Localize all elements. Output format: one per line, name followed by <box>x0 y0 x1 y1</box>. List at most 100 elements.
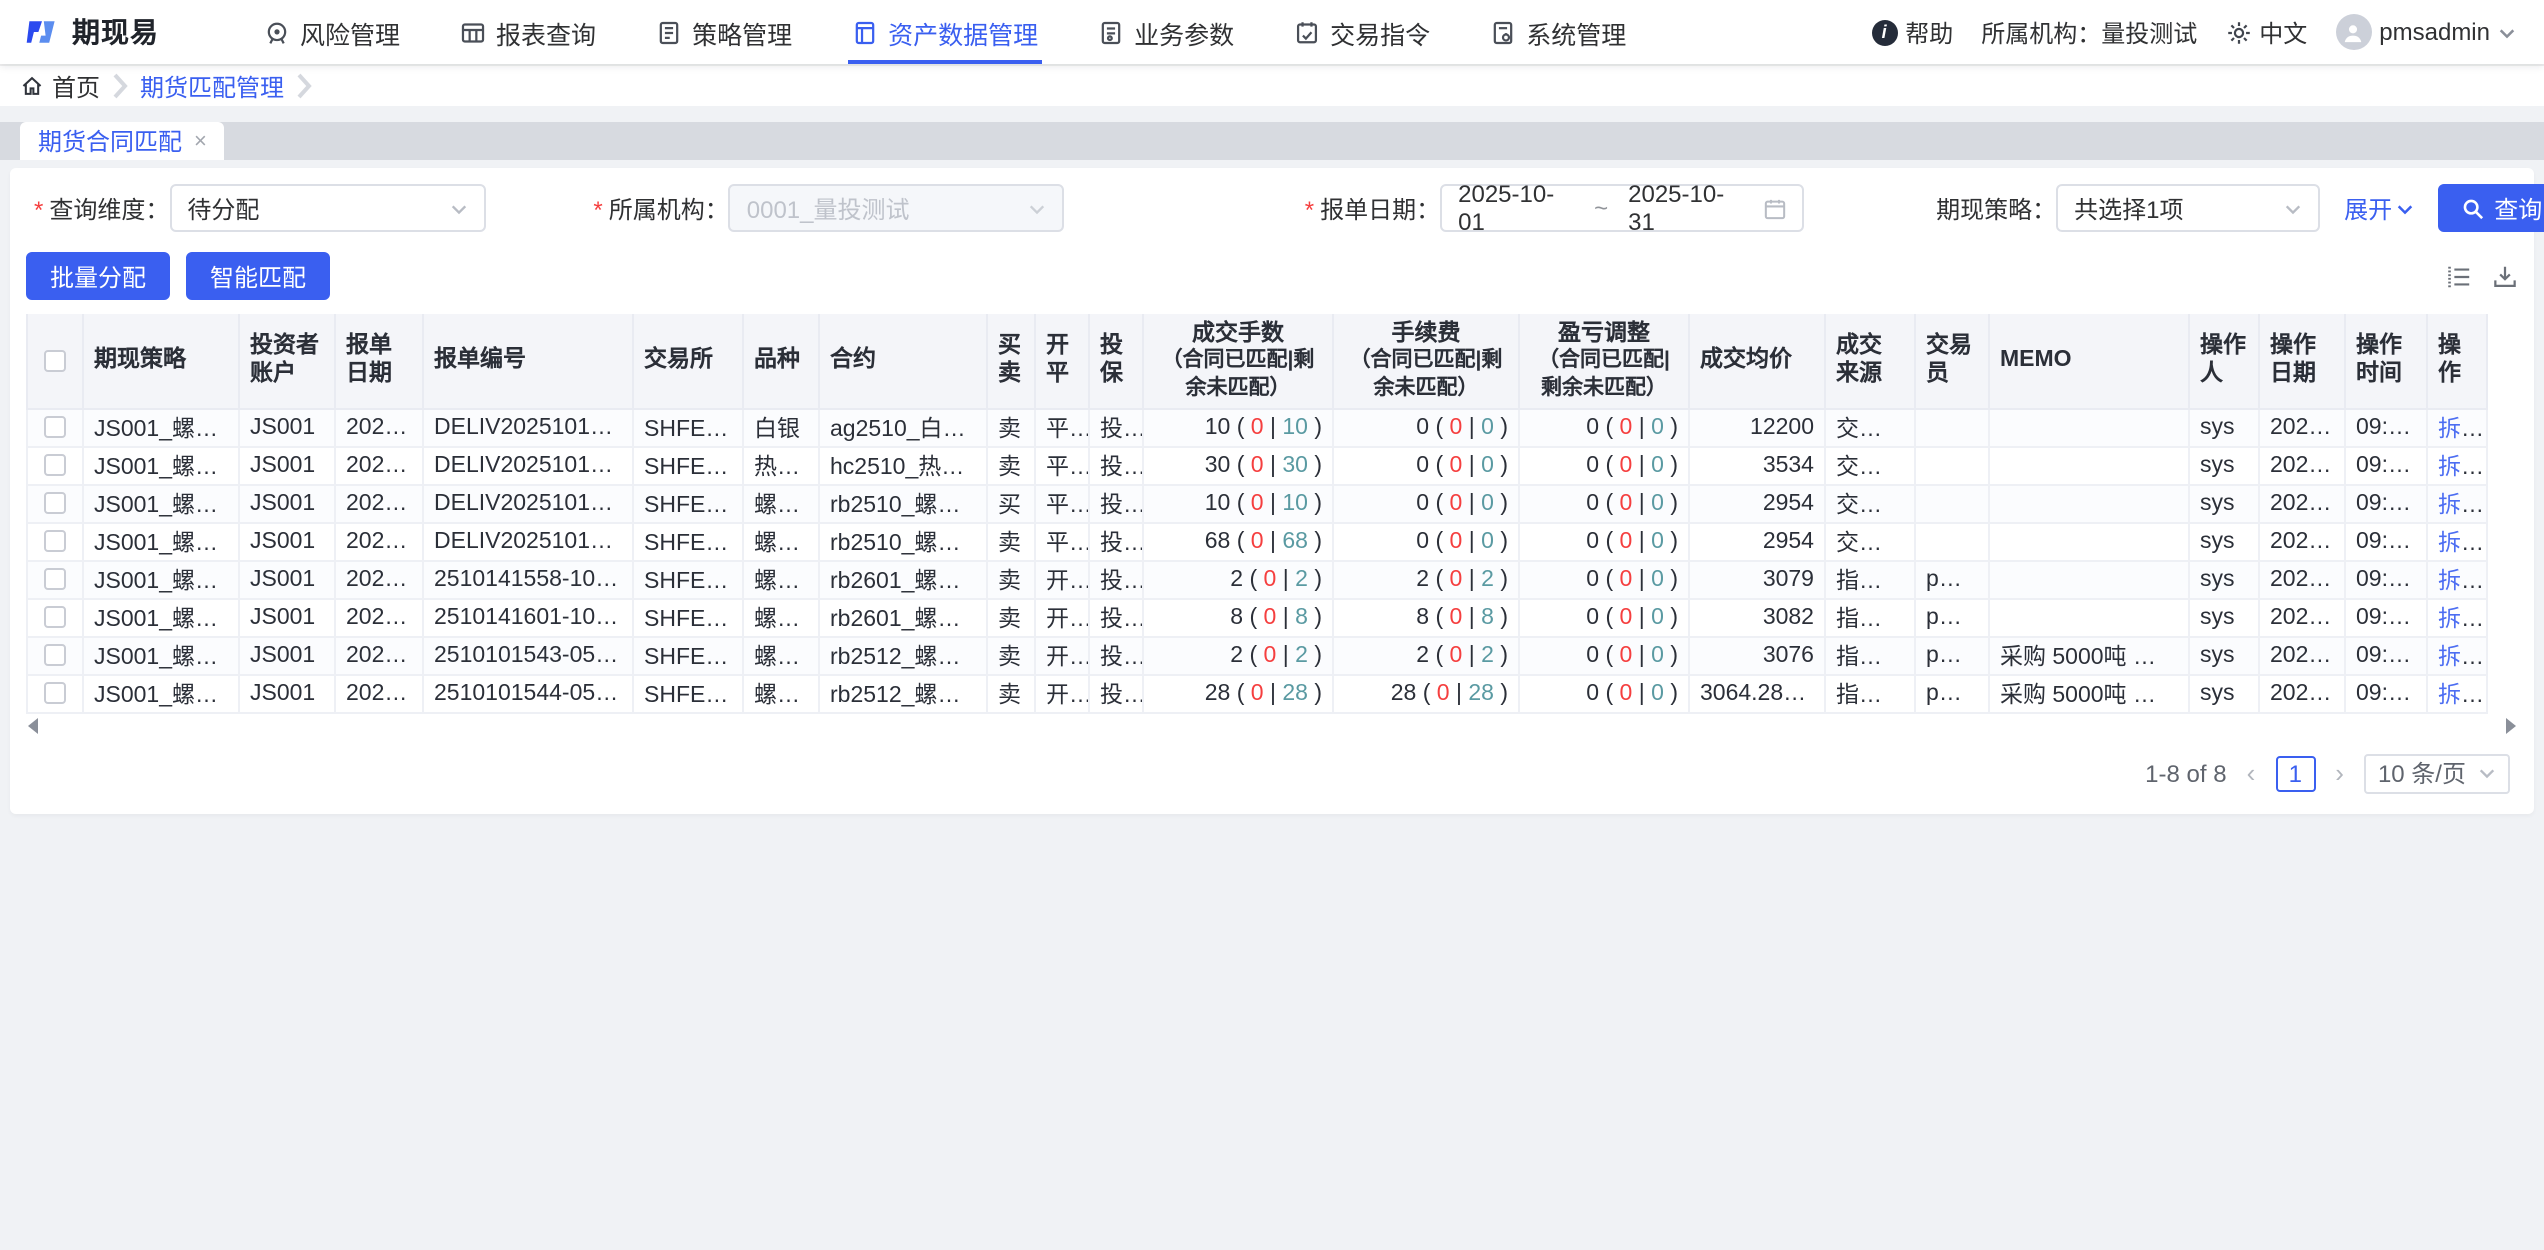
cell-order_no: DELIV20251015SHFEhc2510 <box>423 446 633 484</box>
cell-fee: 0 ( 0 | 0 ) <box>1333 408 1519 446</box>
cell-operator: sys <box>2189 446 2259 484</box>
dimension-label: 查询维度： <box>34 191 169 225</box>
cell-op_time: 09:00:46 <box>2345 636 2427 674</box>
date-to[interactable]: 2025-10-31 <box>1628 180 1744 236</box>
cell-pnl: 0 ( 0 | 0 ) <box>1519 408 1689 446</box>
breadcrumb-separator-icon <box>296 72 312 100</box>
scroll-right-icon[interactable] <box>2506 717 2516 733</box>
nav-item-system[interactable]: 系统管理 <box>1486 0 1630 64</box>
tab-close-icon[interactable]: × <box>194 129 207 153</box>
tab-futures-contract-matching[interactable]: 期货合同匹配 × <box>20 122 225 160</box>
cell-exchange: SHFE_上期所 <box>633 484 743 522</box>
cell-lots: 68 ( 0 | 68 ) <box>1143 522 1333 560</box>
cell-strategy: JS001_螺纹钢期现 <box>83 408 239 446</box>
nav-item-label: 报表查询 <box>496 13 596 51</box>
cell-offset: 开仓 <box>1035 636 1089 674</box>
cell-avg_price: 2954 <box>1689 484 1825 522</box>
split-link[interactable]: 拆分 <box>2438 645 2484 669</box>
batch-allocate-button[interactable]: 批量分配 <box>26 252 170 300</box>
download-icon <box>2492 263 2518 289</box>
help-button[interactable]: i 帮助 <box>1871 15 1953 49</box>
cell-trader <box>1915 522 1989 560</box>
search-button[interactable]: 查询 <box>2438 184 2544 232</box>
date-from[interactable]: 2025-10-01 <box>1458 180 1574 236</box>
dimension-select[interactable]: 待分配 <box>169 184 485 232</box>
gear-icon <box>2225 19 2251 45</box>
chevron-down-icon <box>2396 199 2414 217</box>
cell-order_date: 20251010 <box>335 674 423 712</box>
row-checkbox[interactable] <box>44 644 66 666</box>
cell-variety: 螺纹钢 <box>743 560 819 598</box>
split-link[interactable]: 拆分 <box>2438 569 2484 593</box>
cell-source: 交割了结 <box>1825 408 1915 446</box>
cell-fee: 28 ( 0 | 28 ) <box>1333 674 1519 712</box>
export-button[interactable] <box>2492 263 2518 289</box>
cell-action: 拆分 <box>2427 408 2487 446</box>
strategy-select[interactable]: 共选择1项 <box>2056 184 2320 232</box>
cell-lots: 2 ( 0 | 2 ) <box>1143 636 1333 674</box>
page-size-select[interactable]: 10 条/页 <box>2364 753 2510 793</box>
next-page-button[interactable]: › <box>2331 758 2348 788</box>
nav-item-report[interactable]: 报表查询 <box>456 0 600 64</box>
row-checkbox[interactable] <box>44 492 66 514</box>
split-link[interactable]: 拆分 <box>2438 531 2484 555</box>
table-row: JS001_螺纹钢期现JS00120251015DELIV20251015SHF… <box>27 446 2487 484</box>
split-link[interactable]: 拆分 <box>2438 493 2484 517</box>
smart-match-button[interactable]: 智能匹配 <box>186 252 330 300</box>
cell-exchange: SHFE_上期所 <box>633 674 743 712</box>
language-switch[interactable]: 中文 <box>2225 15 2307 49</box>
scroll-left-icon[interactable] <box>28 717 38 733</box>
order-date-range-input[interactable]: 2025-10-01 ~ 2025-10-31 <box>1440 184 1804 232</box>
cell-lots: 10 ( 0 | 10 ) <box>1143 484 1333 522</box>
content-card: 查询维度： 待分配 所属机构： 0001_量投测试 报单日期： 2025-10-… <box>10 168 2534 813</box>
nav-item-strategy[interactable]: 策略管理 <box>652 0 796 64</box>
row-checkbox[interactable] <box>44 568 66 590</box>
cell-fee: 0 ( 0 | 0 ) <box>1333 484 1519 522</box>
select-all-checkbox[interactable] <box>44 349 66 371</box>
cell-strategy: JS001_螺纹钢期现 <box>83 560 239 598</box>
cell-offset: 平仓 <box>1035 484 1089 522</box>
search-icon <box>2462 197 2484 219</box>
cell-contract: rb2510_螺纹钢2510 <box>819 484 987 522</box>
breadcrumb-current[interactable]: 期货匹配管理 <box>140 69 284 103</box>
prev-page-button[interactable]: ‹ <box>2243 758 2260 788</box>
chevron-down-icon <box>2284 199 2302 217</box>
column-settings-button[interactable] <box>2446 263 2472 289</box>
expand-toggle[interactable]: 展开 <box>2344 191 2414 225</box>
nav-item-risk[interactable]: 风险管理 <box>260 0 404 64</box>
cell-order_date: 20251015 <box>335 446 423 484</box>
nav-item-asset[interactable]: 资产数据管理 <box>848 0 1042 64</box>
row-checkbox[interactable] <box>44 454 66 476</box>
row-checkbox[interactable] <box>44 416 66 438</box>
cell-trader: pmsjyy1 <box>1915 636 1989 674</box>
cell-trader: pmsjyy1 <box>1915 598 1989 636</box>
cell-variety: 热轧卷板 <box>743 446 819 484</box>
column-header-strategy: 期现策略 <box>83 314 239 408</box>
cell-op_date: 20251016 <box>2259 522 2345 560</box>
row-checkbox[interactable] <box>44 682 66 704</box>
cell-operator: sys <box>2189 598 2259 636</box>
split-link[interactable]: 拆分 <box>2438 607 2484 631</box>
breadcrumb-home[interactable]: 首页 <box>20 69 100 103</box>
nav-item-params[interactable]: 业务参数 <box>1094 0 1238 64</box>
cell-lots: 10 ( 0 | 10 ) <box>1143 408 1333 446</box>
nav-item-label: 资产数据管理 <box>888 13 1038 51</box>
asset-icon <box>852 19 878 45</box>
nav-item-label: 系统管理 <box>1526 13 1626 51</box>
cell-select <box>27 484 83 522</box>
cell-op_date: 20251016 <box>2259 408 2345 446</box>
nav-item-command[interactable]: 交易指令 <box>1290 0 1434 64</box>
split-link[interactable]: 拆分 <box>2438 683 2484 707</box>
brand-logo-icon <box>24 14 60 50</box>
cell-avg_price: 3079 <box>1689 560 1825 598</box>
current-page-button[interactable]: 1 <box>2275 755 2315 791</box>
split-link[interactable]: 拆分 <box>2438 455 2484 479</box>
date-filter-label: 报单日期： <box>1305 191 1440 225</box>
row-checkbox[interactable] <box>44 606 66 628</box>
split-link[interactable]: 拆分 <box>2438 417 2484 441</box>
row-checkbox[interactable] <box>44 530 66 552</box>
cell-action: 拆分 <box>2427 484 2487 522</box>
user-menu[interactable]: pmsadmin <box>2335 14 2516 50</box>
cell-hedge: 投机 <box>1089 522 1143 560</box>
column-header-trader: 交易员 <box>1915 314 1989 408</box>
